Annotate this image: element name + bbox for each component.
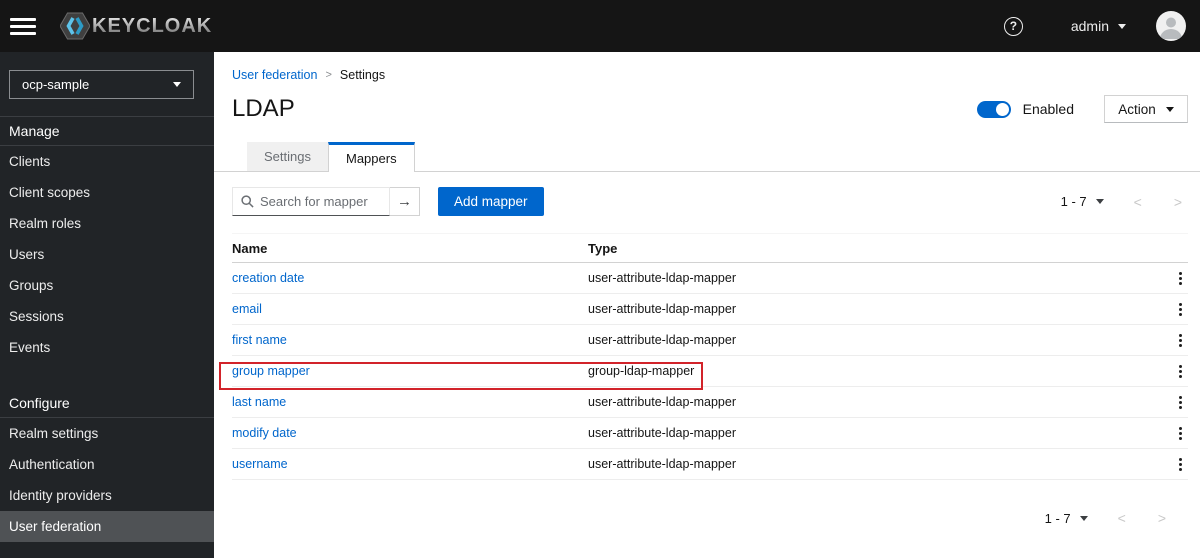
column-header-name: Name — [232, 240, 268, 256]
mappers-toolbar: → Add mapper 1 - 7 < > — [232, 187, 1188, 216]
masthead: KEYCLOAK ? admin — [0, 0, 1200, 52]
table-row: last name user-attribute-ldap-mapper — [232, 387, 1188, 418]
breadcrumb-separator: > — [325, 69, 332, 81]
nav-section-configure: Configure — [0, 389, 214, 418]
pagination-bottom: 1 - 7 < > — [232, 510, 1188, 526]
table-header: Name Type — [232, 233, 1188, 263]
row-kebab-icon[interactable] — [1173, 454, 1188, 475]
mapper-type: user-attribute-ldap-mapper — [588, 426, 736, 440]
caret-down-icon — [1118, 23, 1126, 29]
sidebar-item-users[interactable]: Users — [0, 239, 214, 270]
table-row-highlighted: group mapper group-ldap-mapper — [232, 356, 1188, 387]
table-row: first name user-attribute-ldap-mapper — [232, 325, 1188, 356]
nav-section-manage: Manage — [0, 117, 214, 146]
mappers-table: Name Type creation date user-attribute-l… — [232, 233, 1188, 480]
table-row: username user-attribute-ldap-mapper — [232, 449, 1188, 480]
page-title: LDAP — [232, 95, 295, 122]
sidebar-item-realm-roles[interactable]: Realm roles — [0, 208, 214, 239]
sidebar-item-sessions[interactable]: Sessions — [0, 301, 214, 332]
mapper-link[interactable]: last name — [232, 395, 286, 409]
avatar[interactable] — [1156, 11, 1186, 41]
table-row: email user-attribute-ldap-mapper — [232, 294, 1188, 325]
search-input[interactable] — [260, 194, 380, 209]
chevron-right-icon[interactable]: > — [1174, 194, 1182, 210]
help-icon[interactable]: ? — [1003, 16, 1023, 36]
sidebar-item-groups[interactable]: Groups — [0, 270, 214, 301]
mapper-link[interactable]: group mapper — [232, 364, 310, 378]
mapper-type: user-attribute-ldap-mapper — [588, 457, 736, 471]
table-row: creation date user-attribute-ldap-mapper — [232, 263, 1188, 294]
caret-down-icon — [173, 82, 181, 87]
mapper-link[interactable]: first name — [232, 333, 287, 347]
sidebar-item-events[interactable]: Events — [0, 332, 214, 363]
pagination-range-dropdown[interactable]: 1 - 7 — [1045, 511, 1088, 526]
mapper-link[interactable]: creation date — [232, 271, 304, 285]
enabled-toggle[interactable] — [976, 100, 1011, 118]
action-dropdown-label: Action — [1118, 101, 1156, 117]
table-row: modify date user-attribute-ldap-mapper — [232, 418, 1188, 449]
pagination-range-dropdown[interactable]: 1 - 7 — [1061, 194, 1104, 209]
brand-text: KEYCLOAK — [92, 14, 213, 37]
username-label: admin — [1070, 18, 1109, 34]
add-mapper-button[interactable]: Add mapper — [438, 187, 544, 216]
sidebar-item-identity-providers[interactable]: Identity providers — [0, 480, 214, 511]
chevron-left-icon[interactable]: < — [1134, 194, 1142, 210]
breadcrumb: User federation > Settings — [232, 68, 1188, 82]
caret-down-icon — [1079, 515, 1088, 521]
tab-settings[interactable]: Settings — [247, 142, 328, 171]
sidebar-item-clients[interactable]: Clients — [0, 146, 214, 177]
row-kebab-icon[interactable] — [1173, 299, 1188, 320]
search-submit-button[interactable]: → — [390, 187, 420, 216]
hamburger-icon[interactable] — [10, 8, 50, 44]
mapper-type: user-attribute-ldap-mapper — [588, 395, 736, 409]
chevron-right-icon[interactable]: > — [1158, 510, 1166, 526]
mapper-type: user-attribute-ldap-mapper — [588, 302, 736, 316]
row-kebab-icon[interactable] — [1173, 330, 1188, 351]
avatar-icon — [1160, 17, 1182, 39]
mapper-link[interactable]: username — [232, 457, 288, 471]
mapper-link[interactable]: modify date — [232, 426, 297, 440]
sidebar-item-authentication[interactable]: Authentication — [0, 449, 214, 480]
user-menu-button[interactable]: admin — [1071, 18, 1126, 34]
realm-selector[interactable]: ocp-sample — [9, 70, 194, 99]
pagination-top: 1 - 7 < > — [1061, 194, 1188, 210]
pagination-range-label: 1 - 7 — [1060, 194, 1087, 209]
realm-selector-value: ocp-sample — [22, 77, 90, 92]
caret-down-icon — [1165, 106, 1174, 112]
keycloak-logo-icon — [60, 12, 90, 40]
chevron-left-icon[interactable]: < — [1118, 510, 1126, 526]
caret-down-icon — [1095, 199, 1104, 204]
search-icon — [241, 195, 254, 208]
enabled-label: Enabled — [1022, 101, 1074, 117]
mapper-type: group-ldap-mapper — [588, 364, 695, 378]
mapper-link[interactable]: email — [232, 302, 262, 316]
breadcrumb-link-user-federation[interactable]: User federation — [232, 68, 317, 82]
tab-mappers[interactable]: Mappers — [327, 142, 415, 172]
pagination-range-label: 1 - 7 — [1044, 510, 1071, 526]
row-kebab-icon[interactable] — [1173, 392, 1188, 413]
row-kebab-icon[interactable] — [1173, 423, 1188, 444]
column-header-type: Type — [588, 240, 618, 256]
breadcrumb-current: Settings — [339, 68, 386, 82]
search-box — [232, 187, 390, 216]
row-kebab-icon[interactable] — [1173, 268, 1188, 289]
tab-bar: Settings Mappers — [214, 142, 1200, 172]
action-dropdown-button[interactable]: Action — [1104, 95, 1188, 123]
sidebar-item-realm-settings[interactable]: Realm settings — [0, 418, 214, 449]
mapper-type: user-attribute-ldap-mapper — [588, 333, 736, 347]
row-kebab-icon[interactable] — [1173, 361, 1188, 382]
sidebar-item-client-scopes[interactable]: Client scopes — [0, 177, 214, 208]
keycloak-logo: KEYCLOAK — [60, 12, 212, 40]
sidebar: ocp-sample Manage Clients Client scopes … — [0, 52, 214, 558]
main-content: User federation > Settings LDAP Enabled … — [214, 52, 1200, 558]
mapper-type: user-attribute-ldap-mapper — [588, 271, 736, 285]
sidebar-item-user-federation[interactable]: User federation — [0, 511, 214, 542]
